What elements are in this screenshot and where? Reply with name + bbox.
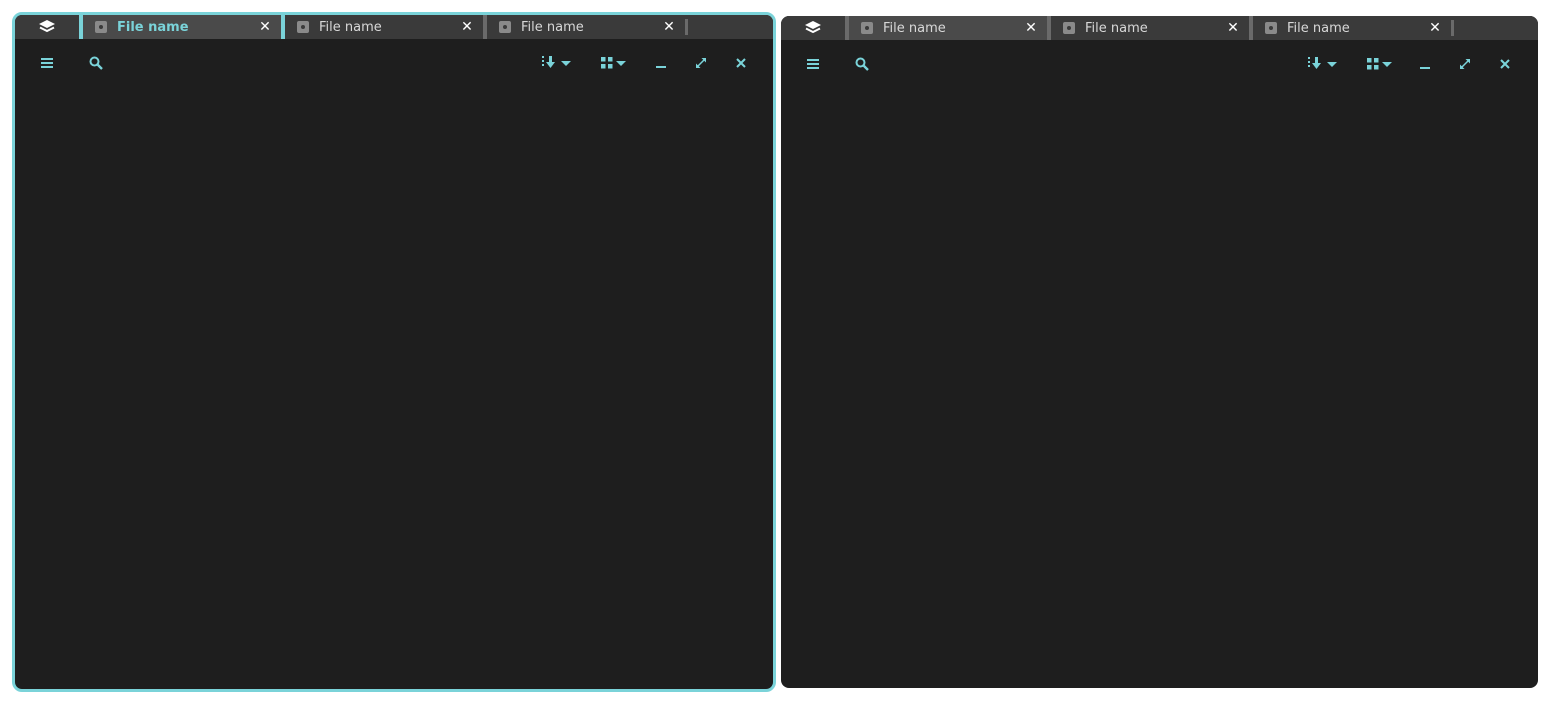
file-icon [297,21,309,33]
tab-divider [1451,20,1454,36]
tab-close-icon[interactable]: ✕ [1221,20,1245,36]
view-dropdown[interactable] [1363,52,1395,76]
pane-right[interactable]: File name ✕ File name ✕ File name ✕ [781,16,1538,688]
grid-view-icon [600,57,612,69]
tab-bar: File name ✕ File name ✕ File name ✕ [15,15,773,39]
close-icon [1500,59,1510,69]
close-pane-button[interactable] [733,51,749,75]
file-icon [499,21,511,33]
pane-left[interactable]: File name ✕ File name ✕ File name ✕ [12,12,776,692]
close-pane-button[interactable] [1497,52,1513,76]
minimize-icon [1420,67,1430,69]
tab-file-2[interactable]: File name ✕ [1047,16,1249,40]
tab-file-2[interactable]: File name ✕ [281,15,483,39]
file-icon [95,21,107,33]
chevron-down-icon [1381,61,1392,67]
menu-icon [807,59,819,69]
pane-toolbar [781,40,1538,88]
sort-down-icon [1307,57,1321,69]
file-icon [861,22,873,34]
tab-file-3[interactable]: File name ✕ [483,15,685,39]
expand-button[interactable] [1457,52,1473,76]
tab-label: File name [1287,20,1350,36]
layers-button[interactable] [15,15,79,39]
tab-label: File name [1085,20,1148,36]
tab-file-3[interactable]: File name ✕ [1249,16,1451,40]
expand-button[interactable] [693,51,709,75]
expand-icon [696,58,706,68]
view-dropdown[interactable] [597,51,629,75]
tab-divider [685,19,688,35]
menu-button[interactable] [805,52,821,76]
layers-icon [39,20,55,33]
search-icon [89,56,103,70]
file-icon [1265,22,1277,34]
sort-dropdown[interactable] [539,51,573,75]
menu-button[interactable] [39,51,55,75]
close-icon [736,58,746,68]
tab-file-1[interactable]: File name ✕ [845,16,1047,40]
minimize-button[interactable] [653,51,669,75]
tab-close-icon[interactable]: ✕ [455,19,479,35]
tab-close-icon[interactable]: ✕ [1423,20,1447,36]
chevron-down-icon [615,60,626,66]
tab-label: File name [117,19,189,35]
file-icon [1063,22,1075,34]
tab-close-icon[interactable]: ✕ [253,19,277,35]
tab-label: File name [319,19,382,35]
expand-icon [1460,59,1470,69]
tab-bar: File name ✕ File name ✕ File name ✕ [781,16,1538,40]
chevron-down-icon [1326,61,1337,67]
sort-down-icon [541,56,555,68]
pane-toolbar [15,39,773,87]
tab-label: File name [883,20,946,36]
layers-icon [805,21,821,34]
layers-button[interactable] [781,16,845,40]
tab-file-1[interactable]: File name ✕ [79,15,281,39]
grid-view-icon [1366,58,1378,70]
tab-close-icon[interactable]: ✕ [1019,20,1043,36]
search-icon [855,57,869,71]
menu-icon [41,58,53,68]
chevron-down-icon [560,60,571,66]
minimize-icon [656,66,666,68]
search-button[interactable] [87,51,105,75]
tab-label: File name [521,19,584,35]
search-button[interactable] [853,52,871,76]
minimize-button[interactable] [1417,52,1433,76]
tab-close-icon[interactable]: ✕ [657,19,681,35]
sort-dropdown[interactable] [1305,52,1339,76]
